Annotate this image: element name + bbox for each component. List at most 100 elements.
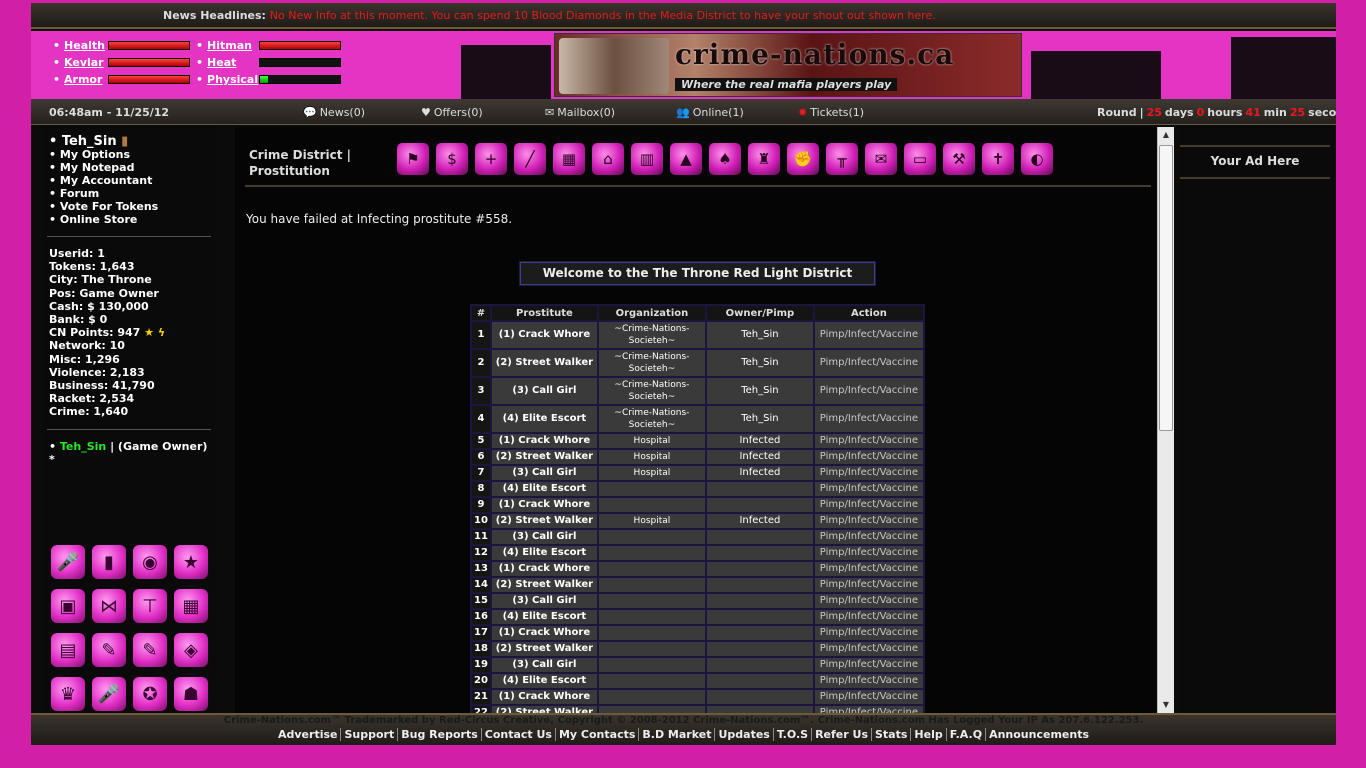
scroll-up-arrow[interactable]: ▲ bbox=[1158, 127, 1174, 143]
bow-icon[interactable]: ⋈ bbox=[92, 589, 126, 623]
survey-icon[interactable]: ✎ bbox=[92, 633, 126, 667]
person-icon[interactable]: ☗ bbox=[174, 677, 208, 711]
org-chart-icon[interactable]: ⊤ bbox=[133, 589, 167, 623]
star-icon[interactable]: ★ bbox=[174, 545, 208, 579]
mailbox-link[interactable]: ✉ Mailbox(0) bbox=[545, 106, 615, 119]
gift-icon[interactable]: ▣ bbox=[51, 589, 85, 623]
action-links[interactable]: Pimp/Infect/Vaccine bbox=[814, 350, 923, 376]
footer-link-f-a-q[interactable]: F.A.Q bbox=[946, 728, 987, 741]
stat-link-health[interactable]: Health bbox=[64, 39, 105, 52]
book-icon[interactable]: ▭ bbox=[904, 143, 936, 175]
menu-item-vote-for-tokens[interactable]: • Vote For Tokens bbox=[49, 200, 215, 213]
sign-icon[interactable]: ⚑ bbox=[397, 143, 429, 175]
scroll-thumb[interactable] bbox=[1159, 145, 1173, 431]
hospital-icon[interactable]: + bbox=[475, 143, 507, 175]
username-link[interactable]: • Teh_Sin ▮ bbox=[49, 135, 215, 148]
action-links[interactable]: Pimp/Infect/Vaccine bbox=[814, 322, 923, 348]
stat-link-hitman[interactable]: Hitman bbox=[207, 39, 255, 52]
cards-icon[interactable]: ♠ bbox=[709, 143, 741, 175]
gloves-icon[interactable]: ✊ bbox=[787, 143, 819, 175]
offers-link[interactable]: ♥ Offers(0) bbox=[421, 106, 483, 119]
menu-item-my-notepad[interactable]: • My Notepad bbox=[49, 161, 215, 174]
action-links[interactable]: Pimp/Infect/Vaccine bbox=[814, 546, 923, 560]
house-icon[interactable]: ⌂ bbox=[592, 143, 624, 175]
gavel-icon[interactable]: ⚒ bbox=[943, 143, 975, 175]
stat-link-armor[interactable]: Armor bbox=[64, 73, 104, 86]
action-links[interactable]: Pimp/Infect/Vaccine bbox=[814, 514, 923, 528]
stat-link-kevlar[interactable]: Kevlar bbox=[64, 56, 104, 69]
action-links[interactable]: Pimp/Infect/Vaccine bbox=[814, 578, 923, 592]
action-links[interactable]: Pimp/Infect/Vaccine bbox=[814, 482, 923, 496]
safe-icon[interactable]: ▦ bbox=[553, 143, 585, 175]
online-user-link[interactable]: Teh_Sin bbox=[60, 440, 106, 453]
action-links[interactable]: Pimp/Infect/Vaccine bbox=[814, 378, 923, 404]
owner-pimp: Infected bbox=[706, 434, 813, 448]
bullet: • bbox=[49, 213, 60, 226]
gun-icon[interactable]: ╱ bbox=[514, 143, 546, 175]
action-links[interactable]: Pimp/Infect/Vaccine bbox=[814, 594, 923, 608]
footer-link-my-contacts[interactable]: My Contacts bbox=[555, 728, 640, 741]
action-links[interactable]: Pimp/Infect/Vaccine bbox=[814, 450, 923, 464]
prostitute-name: (1) Crack Whore bbox=[491, 562, 597, 576]
globe-icon[interactable]: ◉ bbox=[133, 545, 167, 579]
stat-link-physical[interactable]: Physical bbox=[207, 73, 258, 86]
online-link[interactable]: 👥 Online(1) bbox=[676, 106, 744, 119]
footer-link-b-d-market[interactable]: B.D Market bbox=[639, 728, 716, 741]
slot-machine-icon[interactable]: ▤ bbox=[51, 633, 85, 667]
safe-icon[interactable]: ▦ bbox=[174, 589, 208, 623]
action-links[interactable]: Pimp/Infect/Vaccine bbox=[814, 690, 923, 704]
bag-icon[interactable]: $ bbox=[436, 143, 468, 175]
action-links[interactable]: Pimp/Infect/Vaccine bbox=[814, 706, 923, 713]
action-links[interactable]: Pimp/Infect/Vaccine bbox=[814, 562, 923, 576]
desk-icon[interactable]: ╥ bbox=[826, 143, 858, 175]
footer-link-support[interactable]: Support bbox=[341, 728, 399, 741]
scroll-down-arrow[interactable]: ▼ bbox=[1158, 697, 1174, 713]
menu-item-my-options[interactable]: • My Options bbox=[49, 148, 215, 161]
footer-link-updates[interactable]: Updates bbox=[715, 728, 774, 741]
footer-link-announcements[interactable]: Announcements bbox=[986, 728, 1092, 741]
footer-link-bug-reports[interactable]: Bug Reports bbox=[398, 728, 482, 741]
stat-link-heat[interactable]: Heat bbox=[207, 56, 255, 69]
owl-icon[interactable]: ◐ bbox=[1021, 143, 1053, 175]
row-number: 14 bbox=[472, 578, 490, 592]
news-link[interactable]: 💬 News(0) bbox=[303, 106, 365, 119]
prostitute-name: (2) Street Walker bbox=[491, 350, 597, 376]
menu-item-online-store[interactable]: • Online Store bbox=[49, 213, 215, 226]
main-scrollbar[interactable]: ▲ ▼ bbox=[1157, 127, 1174, 713]
mic-icon[interactable]: 🎤 bbox=[92, 677, 126, 711]
action-links[interactable]: Pimp/Infect/Vaccine bbox=[814, 658, 923, 672]
survey-icon[interactable]: ✎ bbox=[133, 633, 167, 667]
tent-icon[interactable]: ▲ bbox=[670, 143, 702, 175]
action-links[interactable]: Pimp/Infect/Vaccine bbox=[814, 530, 923, 544]
rip-icon[interactable]: ✝ bbox=[982, 143, 1014, 175]
footer-link-t-o-s[interactable]: T.O.S bbox=[773, 728, 813, 741]
building-icon[interactable]: ▥ bbox=[631, 143, 663, 175]
badge-icon[interactable]: ✪ bbox=[133, 677, 167, 711]
door-icon: ▮ bbox=[121, 134, 129, 149]
tickets-link[interactable]: ✸ Tickets(1) bbox=[798, 106, 864, 119]
ad-placeholder[interactable]: Your Ad Here bbox=[1180, 145, 1330, 179]
tag-icon[interactable]: ◈ bbox=[174, 633, 208, 667]
mic-icon[interactable]: 🎤 bbox=[51, 545, 85, 579]
footer-link-help[interactable]: Help bbox=[911, 728, 947, 741]
menu-item-my-accountant[interactable]: • My Accountant bbox=[49, 174, 215, 187]
action-links[interactable]: Pimp/Infect/Vaccine bbox=[814, 626, 923, 640]
footer-link-stats[interactable]: Stats bbox=[872, 728, 912, 741]
action-links[interactable]: Pimp/Infect/Vaccine bbox=[814, 466, 923, 480]
action-links[interactable]: Pimp/Infect/Vaccine bbox=[814, 406, 923, 432]
action-links[interactable]: Pimp/Infect/Vaccine bbox=[814, 434, 923, 448]
owner-pimp bbox=[706, 562, 813, 576]
hydrant-icon[interactable]: ♜ bbox=[748, 143, 780, 175]
action-links[interactable]: Pimp/Infect/Vaccine bbox=[814, 610, 923, 624]
footer-link-refer-us[interactable]: Refer Us bbox=[812, 728, 872, 741]
action-links[interactable]: Pimp/Infect/Vaccine bbox=[814, 674, 923, 688]
notes-icon[interactable]: ✉ bbox=[865, 143, 897, 175]
jester-icon[interactable]: ♛ bbox=[51, 677, 85, 711]
action-links[interactable]: Pimp/Infect/Vaccine bbox=[814, 642, 923, 656]
footer-link-contact-us[interactable]: Contact Us bbox=[481, 728, 556, 741]
action-links[interactable]: Pimp/Infect/Vaccine bbox=[814, 498, 923, 512]
footer-link-advertise[interactable]: Advertise bbox=[275, 728, 342, 741]
menu-item-forum[interactable]: • Forum bbox=[49, 187, 215, 200]
site-logo[interactable]: crime-nations.ca Where the real mafia pl… bbox=[554, 33, 1022, 97]
bottles-icon[interactable]: ▮ bbox=[92, 545, 126, 579]
